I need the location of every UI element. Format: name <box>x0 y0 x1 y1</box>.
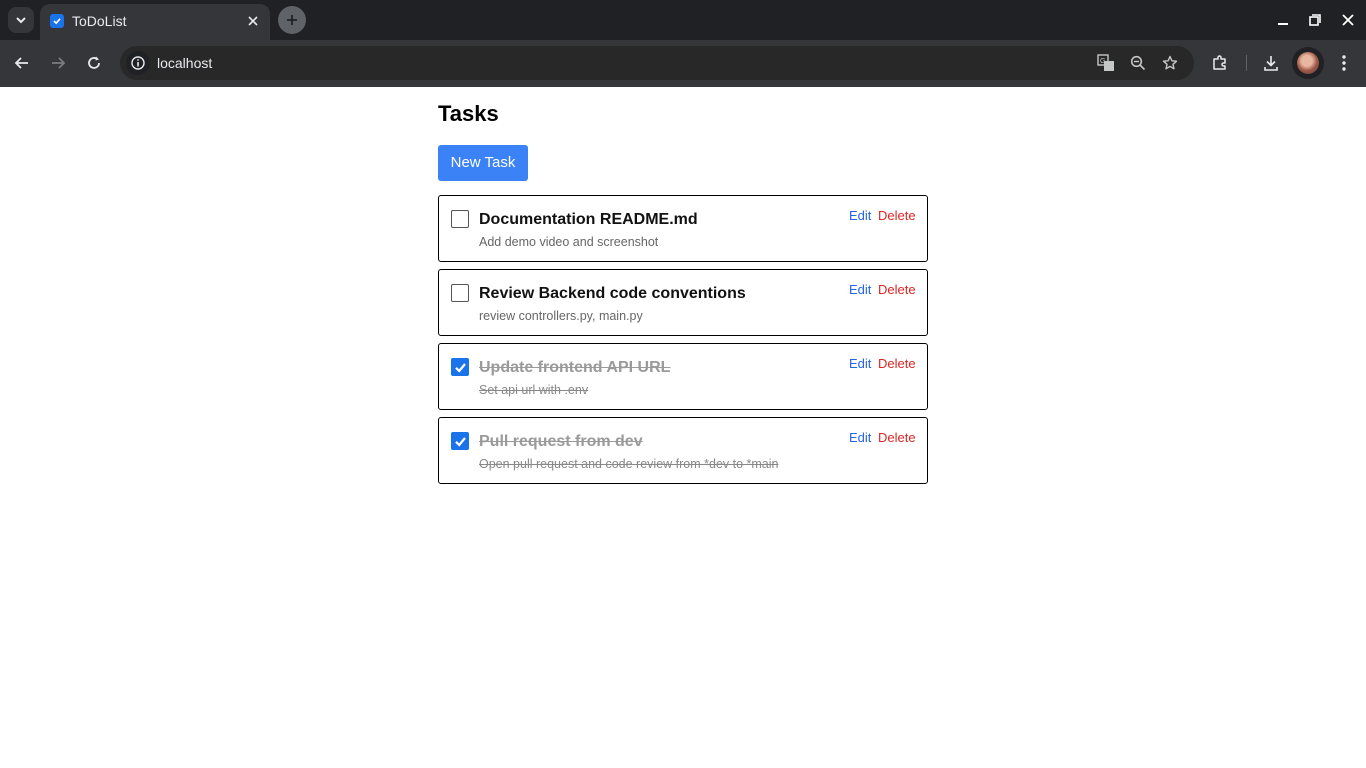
site-info-button[interactable] <box>126 51 150 75</box>
browser-toolbar: localhost G <box>0 40 1366 87</box>
delete-task-button[interactable]: Delete <box>878 282 916 298</box>
avatar-image <box>1297 52 1319 74</box>
star-icon <box>1162 55 1178 70</box>
arrow-right-icon <box>52 57 66 69</box>
download-icon <box>1264 56 1278 71</box>
info-icon <box>131 56 145 70</box>
close-icon <box>248 16 258 26</box>
task-description: review controllers.py, main.py <box>479 309 643 323</box>
restore-icon <box>1309 14 1321 26</box>
task-checkbox[interactable] <box>451 432 469 450</box>
checkmark-icon <box>454 362 466 373</box>
task-title: Review Backend code conventions <box>479 285 746 302</box>
task-card: Pull request from dev Open pull request … <box>438 417 928 484</box>
zoom-out-icon <box>1130 55 1146 71</box>
bookmark-button[interactable] <box>1160 53 1180 73</box>
new-task-button[interactable]: New Task <box>438 145 528 181</box>
tab-close-button[interactable] <box>244 12 262 30</box>
extensions-button[interactable] <box>1209 52 1231 74</box>
edit-task-button[interactable]: Edit <box>849 282 871 298</box>
close-icon <box>1342 14 1354 26</box>
page-title: Tasks <box>438 101 499 126</box>
url-text: localhost <box>157 55 213 71</box>
reload-button[interactable] <box>83 52 105 74</box>
task-card: Review Backend code conventions review c… <box>438 269 928 336</box>
delete-task-button[interactable]: Delete <box>878 208 916 224</box>
address-bar[interactable]: localhost G <box>120 46 1194 80</box>
translate-icon: G <box>1097 54 1114 71</box>
checklist-favicon-icon <box>50 14 64 28</box>
tab-title: ToDoList <box>72 13 127 29</box>
delete-task-button[interactable]: Delete <box>878 356 916 372</box>
reload-icon <box>88 56 100 69</box>
edit-task-button[interactable]: Edit <box>849 356 871 372</box>
task-description: Open pull request and code review from *… <box>479 457 779 471</box>
downloads-button[interactable] <box>1260 52 1282 74</box>
task-title: Update frontend API URL <box>479 359 671 376</box>
new-tab-button[interactable] <box>278 6 306 34</box>
task-description: Add demo video and screenshot <box>479 235 659 249</box>
task-card: Update frontend API URL Set api url with… <box>438 343 928 410</box>
task-checkbox[interactable] <box>451 284 469 302</box>
chevron-down-icon <box>16 17 26 24</box>
browser-menu-button[interactable] <box>1333 52 1355 74</box>
profile-avatar[interactable] <box>1292 47 1324 79</box>
minimize-icon <box>1278 23 1288 25</box>
delete-task-button[interactable]: Delete <box>878 430 916 446</box>
task-checkbox[interactable] <box>451 358 469 376</box>
edit-task-button[interactable]: Edit <box>849 208 871 224</box>
forward-button[interactable] <box>47 52 69 74</box>
minimize-button[interactable] <box>1273 10 1293 30</box>
task-card: Documentation README.md Add demo video a… <box>438 195 928 262</box>
browser-tab-bar: ToDoList <box>0 0 1366 40</box>
zoom-button[interactable] <box>1128 53 1148 73</box>
arrow-left-icon <box>14 57 28 69</box>
kebab-menu-icon <box>1342 55 1346 71</box>
back-button[interactable] <box>11 52 33 74</box>
restore-button[interactable] <box>1305 10 1325 30</box>
browser-tab[interactable]: ToDoList <box>40 4 270 40</box>
checkmark-icon <box>454 436 466 447</box>
close-window-button[interactable] <box>1338 10 1358 30</box>
translate-button[interactable]: G <box>1096 53 1116 73</box>
tab-search-button[interactable] <box>8 7 34 33</box>
edit-task-button[interactable]: Edit <box>849 430 871 446</box>
task-title: Documentation README.md <box>479 211 698 228</box>
puzzle-icon <box>1213 55 1226 70</box>
toolbar-divider <box>1246 55 1247 71</box>
plus-icon <box>287 15 297 25</box>
svg-text:G: G <box>1100 58 1105 65</box>
task-checkbox[interactable] <box>451 210 469 228</box>
task-title: Pull request from dev <box>479 433 643 450</box>
task-description: Set api url with .env <box>479 383 589 397</box>
